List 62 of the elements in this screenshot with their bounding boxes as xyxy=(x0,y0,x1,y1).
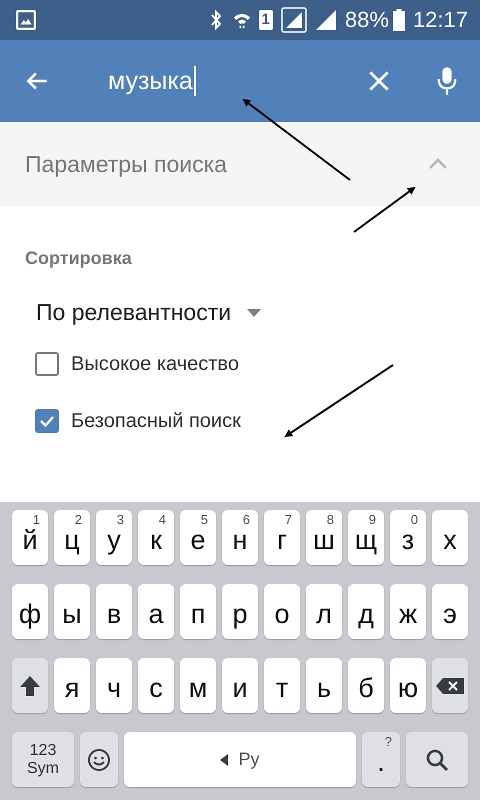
key[interactable]: 3 у xyxy=(96,510,132,565)
sim-badge: 1 xyxy=(258,10,273,30)
filters-header[interactable]: Параметры поиска xyxy=(0,122,480,206)
key[interactable]: л xyxy=(306,584,342,639)
shift-arrow-icon xyxy=(18,674,42,698)
key[interactable]: в xyxy=(96,584,132,639)
search-key[interactable] xyxy=(406,732,468,787)
key[interactable]: 9 щ xyxy=(348,510,384,565)
backspace-icon xyxy=(435,676,465,696)
key[interactable]: 1 й xyxy=(12,510,48,565)
search-icon xyxy=(425,748,449,772)
key[interactable]: 7 г xyxy=(264,510,300,565)
sort-dropdown[interactable]: По релевантности xyxy=(36,299,262,326)
key[interactable]: д xyxy=(348,584,384,639)
period-key[interactable]: ? . xyxy=(362,732,400,787)
battery-percent: 88% xyxy=(344,7,389,33)
checkbox[interactable] xyxy=(35,409,59,433)
key[interactable]: ь xyxy=(306,658,342,713)
battery-icon xyxy=(392,9,405,31)
key[interactable]: 0 з xyxy=(390,510,426,565)
key[interactable]: 2 ц xyxy=(54,510,90,565)
key[interactable]: п xyxy=(180,584,216,639)
annotation-arrow xyxy=(353,186,416,233)
key[interactable]: и xyxy=(222,658,258,713)
symbols-key[interactable]: 123 Sym xyxy=(12,732,74,787)
key[interactable]: б xyxy=(348,658,384,713)
clock: 12:17 xyxy=(412,7,468,33)
space-key[interactable]: Ру xyxy=(124,732,356,787)
key[interactable]: 8 ш xyxy=(306,510,342,565)
key[interactable]: 6 н xyxy=(222,510,258,565)
key[interactable]: т xyxy=(264,658,300,713)
smiley-icon xyxy=(87,748,111,772)
signal-icon xyxy=(314,9,337,31)
left-triangle-icon xyxy=(220,754,228,766)
search-field[interactable]: музыка xyxy=(60,66,356,96)
key[interactable]: э xyxy=(432,584,468,639)
key[interactable]: ф xyxy=(12,584,48,639)
checkbox-label: Безопасный поиск xyxy=(71,410,241,432)
key[interactable]: м xyxy=(180,658,216,713)
filters-title: Параметры поиска xyxy=(25,150,228,178)
checkbox[interactable] xyxy=(35,352,59,376)
key[interactable]: х xyxy=(432,510,468,565)
section-label: Сортировка xyxy=(25,248,133,269)
emoji-key[interactable] xyxy=(80,732,118,787)
dropdown-triangle-icon xyxy=(247,308,262,316)
key[interactable]: 5 е xyxy=(180,510,216,565)
key[interactable]: я xyxy=(54,658,90,713)
key[interactable]: р xyxy=(222,584,258,639)
signal-icon xyxy=(280,7,307,33)
key[interactable]: ю xyxy=(390,658,426,713)
image-icon xyxy=(16,10,36,30)
key[interactable]: ж xyxy=(390,584,426,639)
backspace-key[interactable] xyxy=(432,658,468,713)
checkbox-label: Высокое качество xyxy=(71,352,239,376)
key[interactable]: ч xyxy=(96,658,132,713)
shift-key[interactable] xyxy=(12,658,48,713)
key[interactable]: а xyxy=(138,584,174,639)
microphone-icon[interactable] xyxy=(436,66,458,96)
key[interactable]: с xyxy=(138,658,174,713)
key[interactable]: 4 к xyxy=(138,510,174,565)
key[interactable]: ы xyxy=(54,584,90,639)
key[interactable]: о xyxy=(264,584,300,639)
